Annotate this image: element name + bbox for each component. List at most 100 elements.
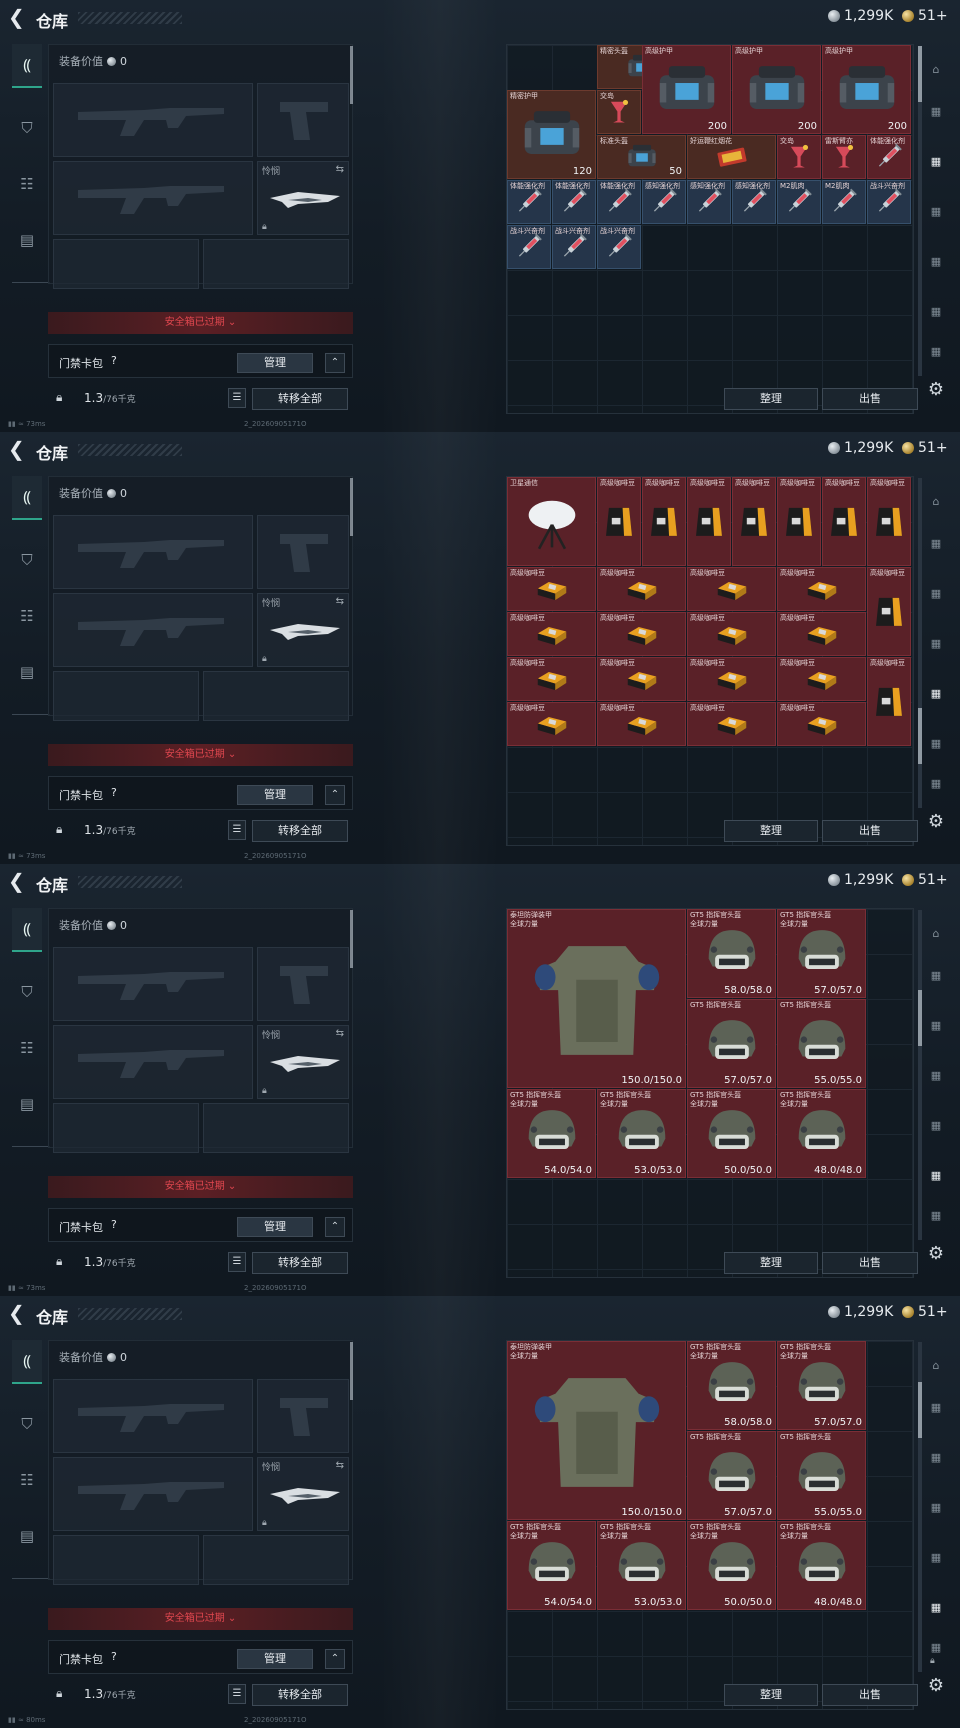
storage-tab-4[interactable]: ▦: [924, 1114, 948, 1138]
transfer-all-button[interactable]: 转移全部: [252, 1252, 348, 1274]
storage-tab-4[interactable]: ▦: [924, 1546, 948, 1570]
inventory-item[interactable]: 高级咖啡豆: [687, 612, 776, 656]
inventory-item[interactable]: 高级咖啡豆: [687, 567, 776, 611]
help-icon[interactable]: ?: [111, 354, 117, 367]
inventory-item[interactable]: 高级咖啡豆: [867, 567, 911, 656]
gear-icon[interactable]: ⚙: [924, 810, 948, 834]
inventory-item[interactable]: 感知强化剂: [642, 180, 686, 224]
safe-box-expired-banner[interactable]: 安全箱已过期 ⌄: [48, 1176, 353, 1198]
inventory-item[interactable]: 感知强化剂: [687, 180, 731, 224]
helmet-slot[interactable]: [53, 1103, 199, 1153]
tab-armor[interactable]: ⛉: [12, 1402, 42, 1446]
inventory-item[interactable]: GT5 指挥官头盔 全球力量 53.0/53.0: [597, 1521, 686, 1610]
sort-button[interactable]: 整理: [724, 1252, 818, 1274]
inventory-item[interactable]: GT5 指挥官头盔 57.0/57.0: [687, 1431, 776, 1520]
helmet-slot[interactable]: [53, 239, 199, 289]
body-armor-slot[interactable]: [203, 1535, 349, 1585]
secondary-weapon-slot[interactable]: [53, 593, 253, 667]
inventory-item[interactable]: 战斗兴奋剂: [552, 225, 596, 269]
body-armor-slot[interactable]: [203, 239, 349, 289]
scrollbar-thumb[interactable]: [918, 990, 922, 1046]
inventory-item[interactable]: 高级咖啡豆: [777, 657, 866, 701]
body-armor-slot[interactable]: [203, 1103, 349, 1153]
inventory-item[interactable]: GT5 指挥官头盔 全球力量 48.0/48.0: [777, 1521, 866, 1610]
inventory-item[interactable]: M2肌肉: [777, 180, 821, 224]
inventory-item[interactable]: 高级咖啡豆: [507, 612, 596, 656]
inventory-item[interactable]: 高级咖啡豆: [777, 612, 866, 656]
inventory-item[interactable]: 高级咖啡豆: [597, 612, 686, 656]
inventory-item[interactable]: 高级咖啡豆: [777, 567, 866, 611]
back-arrow-icon[interactable]: ❮: [8, 870, 30, 892]
inventory-scrollbar[interactable]: [918, 1342, 922, 1672]
inventory-item[interactable]: GT5 指挥官头盔 全球力量 58.0/58.0: [687, 909, 776, 998]
back-arrow-icon[interactable]: ❮: [8, 6, 30, 28]
inventory-item[interactable]: 高级咖啡豆: [687, 702, 776, 746]
pistol-slot[interactable]: [257, 1379, 349, 1453]
sell-button[interactable]: 出售: [822, 388, 918, 410]
inventory-item[interactable]: 卫星通信: [507, 477, 596, 566]
tab-gun[interactable]: ⸨: [12, 1340, 42, 1384]
inventory-item[interactable]: 高级咖啡豆: [822, 477, 866, 566]
inventory-item[interactable]: GT5 指挥官头盔 57.0/57.0: [687, 999, 776, 1088]
inventory-item[interactable]: GT5 指挥官头盔 55.0/55.0: [777, 999, 866, 1088]
storage-tab-3[interactable]: ▦: [924, 1064, 948, 1088]
help-icon[interactable]: ?: [111, 786, 117, 799]
tab-tablet[interactable]: ☷: [12, 1026, 42, 1070]
chevron-up-icon[interactable]: ⌃: [325, 1217, 345, 1237]
list-icon[interactable]: ☰: [228, 1252, 246, 1272]
body-armor-slot[interactable]: [203, 671, 349, 721]
inventory-item[interactable]: 战斗兴奋剂: [597, 225, 641, 269]
primary-weapon-slot[interactable]: [53, 515, 253, 589]
inventory-item[interactable]: 高级护甲 200: [822, 45, 911, 134]
melee-slot[interactable]: 怜悯 ⇆ 🔒︎: [257, 161, 349, 235]
storage-tab-4[interactable]: ▦: [924, 682, 948, 706]
storage-tab-3[interactable]: ▦: [924, 200, 948, 224]
swap-icon[interactable]: ⇆: [336, 164, 344, 175]
melee-slot[interactable]: 怜悯 ⇆ 🔒︎: [257, 1025, 349, 1099]
storage-tab-5[interactable]: ▦: [924, 300, 948, 324]
inventory-item[interactable]: GT5 指挥官头盔 全球力量 48.0/48.0: [777, 1089, 866, 1178]
inventory-item[interactable]: 交岛: [597, 90, 641, 134]
swap-icon[interactable]: ⇆: [336, 596, 344, 607]
list-icon[interactable]: ☰: [228, 820, 246, 840]
inventory-item[interactable]: 体能强化剂: [552, 180, 596, 224]
sort-button[interactable]: 整理: [724, 1684, 818, 1706]
tab-tablet[interactable]: ☷: [12, 594, 42, 638]
tab-gun[interactable]: ⸨: [12, 476, 42, 520]
inventory-item[interactable]: 高级咖啡豆: [597, 657, 686, 701]
manage-button[interactable]: 管理: [237, 1649, 313, 1669]
inventory-item[interactable]: 体能强化剂: [507, 180, 551, 224]
inventory-item[interactable]: 高级咖啡豆: [507, 657, 596, 701]
pistol-slot[interactable]: [257, 515, 349, 589]
gold-currency[interactable]: 51+: [902, 8, 948, 24]
inventory-item[interactable]: 泰坦防弹装甲 全球力量 150.0/150.0: [507, 1341, 686, 1520]
inventory-item[interactable]: GT5 指挥官头盔 全球力量 54.0/54.0: [507, 1089, 596, 1178]
storage-tab-4[interactable]: ▦: [924, 250, 948, 274]
scrollbar-thumb[interactable]: [918, 1382, 922, 1438]
inventory-item[interactable]: 高级咖啡豆: [597, 567, 686, 611]
storage-tab-6[interactable]: ▦: [924, 1636, 948, 1660]
transfer-all-button[interactable]: 转移全部: [252, 1684, 348, 1706]
inventory-item[interactable]: 交岛: [777, 135, 821, 179]
safe-box-expired-banner[interactable]: 安全箱已过期 ⌄: [48, 1608, 353, 1630]
sort-button[interactable]: 整理: [724, 820, 818, 842]
melee-slot[interactable]: 怜悯 ⇆ 🔒︎: [257, 593, 349, 667]
primary-weapon-slot[interactable]: [53, 947, 253, 1021]
storage-tab-1[interactable]: ▦: [924, 532, 948, 556]
storage-tab-2[interactable]: ▦: [924, 582, 948, 606]
gear-icon[interactable]: ⚙: [924, 1242, 948, 1266]
safe-box-expired-banner[interactable]: 安全箱已过期 ⌄: [48, 312, 353, 334]
melee-slot[interactable]: 怜悯 ⇆ 🔒︎: [257, 1457, 349, 1531]
safe-box-expired-banner[interactable]: 安全箱已过期 ⌄: [48, 744, 353, 766]
manage-button[interactable]: 管理: [237, 353, 313, 373]
storage-tab-5[interactable]: ▦: [924, 732, 948, 756]
storage-tab-3[interactable]: ▦: [924, 1496, 948, 1520]
storage-tab-2[interactable]: ▦: [924, 1446, 948, 1470]
inventory-item[interactable]: 高级护甲 200: [642, 45, 731, 134]
primary-weapon-slot[interactable]: [53, 83, 253, 157]
tab-armor[interactable]: ⛉: [12, 106, 42, 150]
storage-tab-2[interactable]: ▦: [924, 1014, 948, 1038]
warehouse-icon[interactable]: ⌂: [924, 922, 948, 946]
secondary-weapon-slot[interactable]: [53, 1457, 253, 1531]
inventory-item[interactable]: GT5 指挥官头盔 全球力量 58.0/58.0: [687, 1341, 776, 1430]
